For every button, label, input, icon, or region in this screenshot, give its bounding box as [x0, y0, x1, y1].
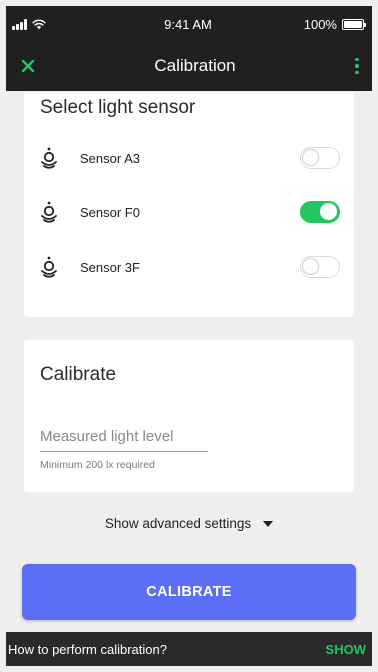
sensor-row-3f[interactable]: Sensor 3F: [24, 247, 354, 287]
advanced-settings-toggle[interactable]: Show advanced settings: [6, 516, 372, 531]
measured-light-input[interactable]: [40, 426, 208, 452]
light-level-field: Minimum 200 lx required: [40, 426, 208, 471]
snackbar: How to perform calibration? SHOW: [6, 632, 372, 666]
app-screen: 9:41 AM 100% Calibration Select light se…: [6, 6, 372, 666]
light-sensor-icon: [41, 201, 57, 223]
sensor-card-title: Select light sensor: [40, 97, 196, 118]
calibrate-button[interactable]: CALIBRATE: [22, 564, 356, 620]
sensor-a3-toggle[interactable]: [300, 147, 340, 169]
sensor-selection-card: Select light sensor Sensor A3 Sensor F0 …: [24, 92, 354, 317]
wifi-icon: [31, 19, 46, 29]
sensor-label: Sensor F0: [80, 204, 140, 220]
caret-down-icon: [263, 520, 274, 527]
status-bar: 9:41 AM 100%: [6, 6, 372, 42]
calibrate-card-title: Calibrate: [40, 364, 117, 385]
app-bar: Calibration: [6, 41, 372, 91]
battery-percentage: 100%: [303, 16, 337, 32]
sensor-row-f0[interactable]: Sensor F0: [24, 192, 354, 232]
light-sensor-icon: [41, 147, 57, 169]
status-time: 9:41 AM: [164, 16, 212, 32]
advanced-settings-label: Show advanced settings: [104, 516, 252, 531]
more-vertical-icon[interactable]: [350, 54, 364, 78]
helper-text: Minimum 200 lx required: [40, 459, 155, 471]
sensor-row-a3[interactable]: Sensor A3: [24, 138, 354, 178]
sensor-label: Sensor 3F: [80, 259, 140, 275]
snackbar-show-button[interactable]: SHOW: [326, 642, 366, 657]
sensor-label: Sensor A3: [80, 150, 140, 166]
close-icon[interactable]: [16, 54, 40, 78]
signal-icon: [12, 18, 27, 30]
content-area: Select light sensor Sensor A3 Sensor F0 …: [6, 92, 372, 632]
page-title: Calibration: [154, 56, 236, 75]
sensor-3f-toggle[interactable]: [300, 256, 340, 278]
battery-icon: [341, 18, 366, 30]
snackbar-message: How to perform calibration?: [8, 641, 167, 657]
sensor-f0-toggle[interactable]: [300, 201, 340, 223]
calibrate-card: Calibrate Minimum 200 lx required: [24, 340, 354, 492]
light-sensor-icon: [41, 256, 57, 278]
